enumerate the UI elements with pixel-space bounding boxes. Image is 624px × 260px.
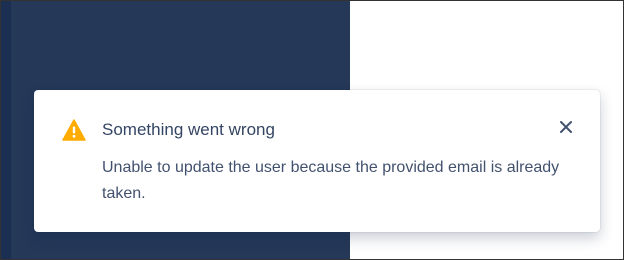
app-frame: Something went wrong Unable to update th… bbox=[0, 0, 624, 260]
close-button[interactable] bbox=[555, 118, 577, 140]
error-message: Unable to update the user because the pr… bbox=[102, 159, 560, 202]
sidebar-strip bbox=[1, 1, 11, 259]
warning-icon bbox=[62, 119, 86, 141]
error-title: Something went wrong bbox=[102, 120, 275, 139]
error-flag: Something went wrong Unable to update th… bbox=[34, 90, 600, 232]
close-icon bbox=[559, 120, 573, 139]
